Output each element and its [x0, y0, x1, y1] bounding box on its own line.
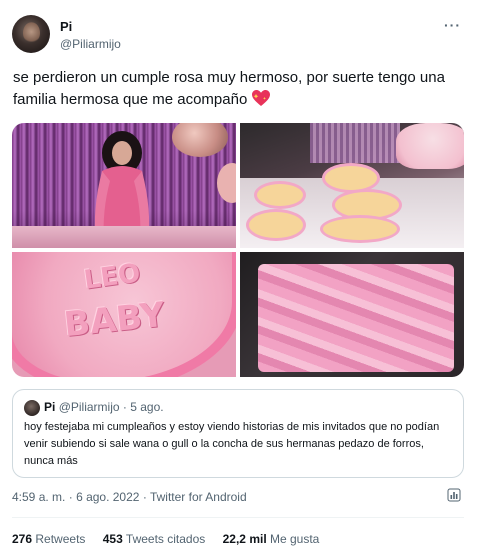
author-name[interactable]: Pi — [60, 19, 72, 34]
likes-count: 22,2 mil — [222, 532, 267, 546]
cookie — [254, 181, 306, 209]
cookie — [320, 215, 400, 243]
tweet-text: se perdieron un cumple rosa muy hermoso,… — [13, 67, 463, 111]
tinsel-curtain — [310, 123, 400, 163]
meta-separator: · — [68, 490, 73, 504]
cookie — [246, 209, 306, 241]
quoted-separator: · — [122, 400, 127, 414]
tweet-stats: 276 Retweets 453 Tweets citados 22,2 mil… — [12, 532, 333, 546]
quoted-author-name: Pi — [44, 400, 56, 414]
tweet-time[interactable]: 4:59 a. m. — [12, 490, 65, 504]
retweets-stat[interactable]: 276 Retweets — [12, 532, 89, 546]
balloon — [172, 123, 228, 157]
retweets-label: Retweets — [35, 532, 86, 546]
cake — [396, 123, 464, 169]
tweet-text-content: se perdieron un cumple rosa muy hermoso,… — [13, 69, 445, 108]
divider — [12, 517, 464, 518]
heart-with-sparkles-icon — [252, 90, 271, 106]
more-options-icon[interactable]: ··· — [444, 17, 461, 33]
quotes-stat[interactable]: 453 Tweets citados — [103, 532, 209, 546]
tweet-date[interactable]: 6 ago. 2022 — [76, 490, 139, 504]
photo-cookies-table[interactable] — [240, 123, 464, 248]
photo-woman-party[interactable] — [12, 123, 236, 248]
quoted-text: hoy festejaba mi cumpleaños y estoy vien… — [24, 421, 440, 467]
likes-label: Me gusta — [270, 532, 320, 546]
quoted-tweet[interactable]: Pi @Piliarmijo · 5 ago. hoy festejaba mi… — [12, 389, 464, 478]
photo-leo-baby-cake[interactable]: LEO BABY — [12, 252, 236, 377]
quoted-avatar — [24, 400, 40, 416]
dessert-tray — [258, 264, 454, 372]
quoted-author-handle: @Piliarmijo — [58, 400, 120, 414]
tweet-meta: 4:59 a. m. · 6 ago. 2022 · Twitter for A… — [12, 490, 247, 504]
retweets-count: 276 — [12, 532, 33, 546]
quoted-time: 5 ago. — [130, 400, 164, 414]
quotes-label: Tweets citados — [125, 532, 206, 546]
party-table — [12, 226, 236, 248]
analytics-icon[interactable] — [447, 488, 461, 502]
likes-stat[interactable]: 22,2 mil Me gusta — [223, 532, 320, 546]
quoted-header: Pi @Piliarmijo · 5 ago. — [44, 400, 164, 414]
meta-separator: · — [142, 490, 147, 504]
media-grid: LEO BABY — [12, 123, 464, 377]
quotes-count: 453 — [102, 532, 123, 546]
avatar[interactable] — [12, 15, 50, 53]
author-handle[interactable]: @Piliarmijo — [60, 37, 121, 51]
photo-pink-dessert-tray[interactable] — [240, 252, 464, 377]
tweet-source[interactable]: Twitter for Android — [150, 490, 247, 504]
tweet-header: Pi @Piliarmijo ··· — [12, 15, 465, 57]
balloon — [217, 163, 236, 203]
